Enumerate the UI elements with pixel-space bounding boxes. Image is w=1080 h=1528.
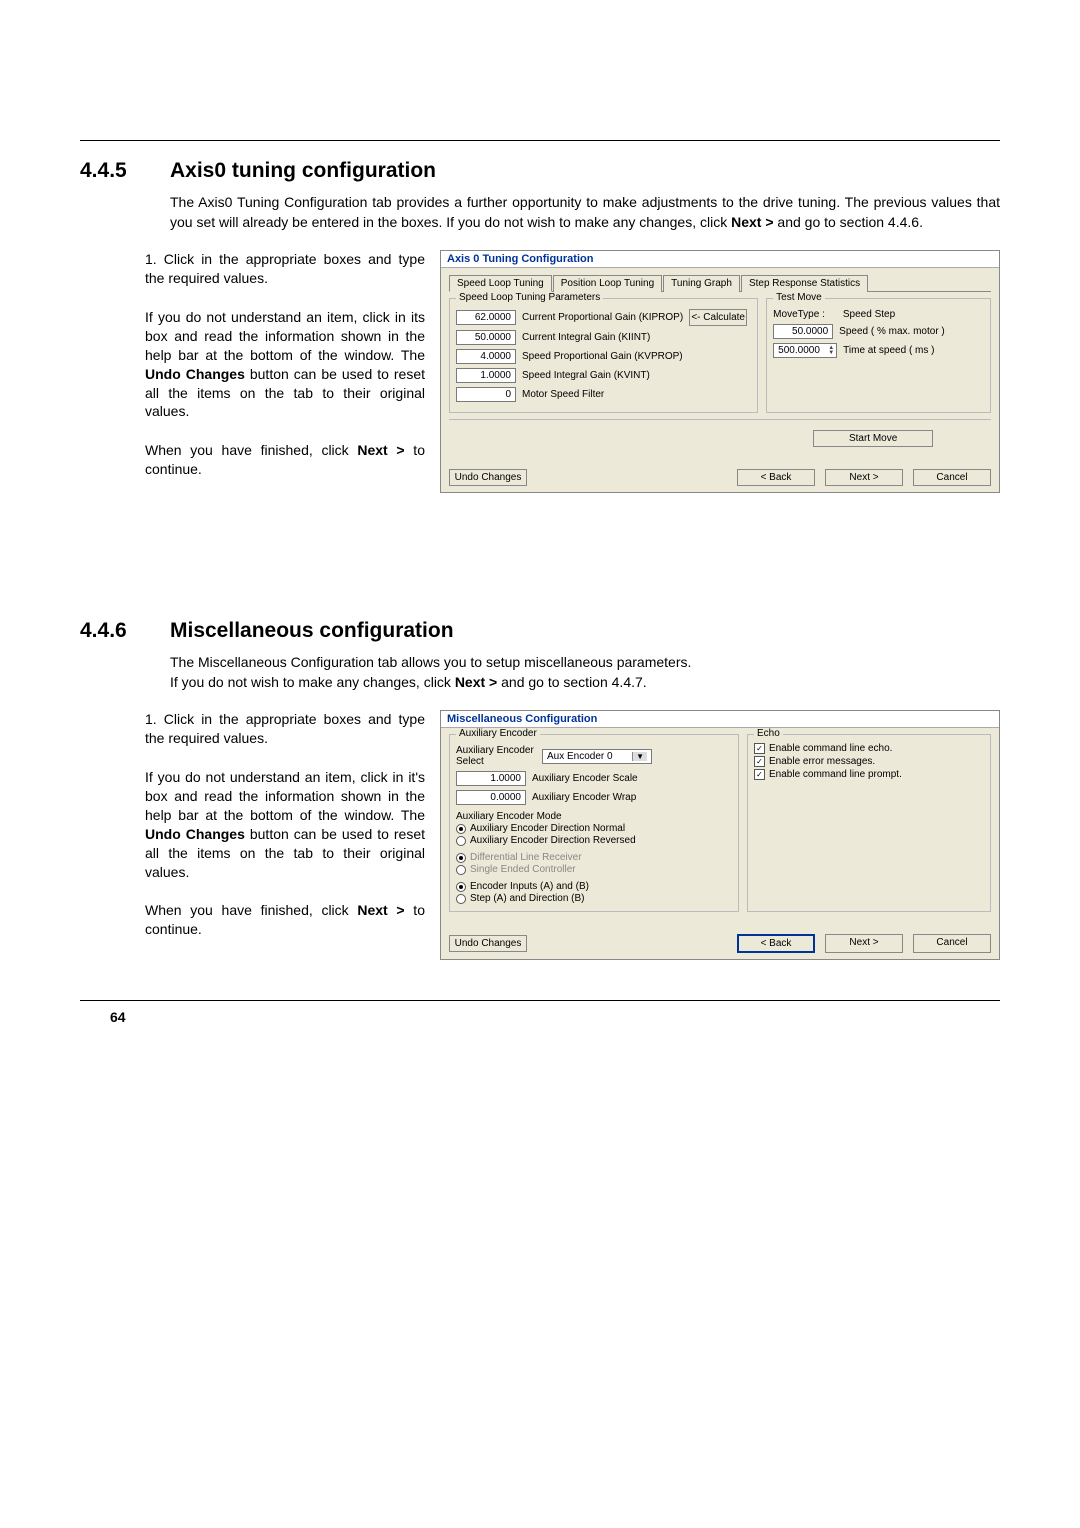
fieldset-legend: Auxiliary Encoder (456, 728, 540, 739)
fieldset-legend: Speed Loop Tuning Parameters (456, 292, 603, 303)
undo-changes-button[interactable]: Undo Changes (449, 469, 527, 486)
aux-encoder-select-label: Auxiliary Encoder Select (456, 745, 536, 767)
dialog-title: Axis 0 Tuning Configuration (441, 251, 999, 268)
speed-label: Speed ( % max. motor ) (839, 326, 945, 337)
cancel-button[interactable]: Cancel (913, 469, 991, 486)
tab-position-loop[interactable]: Position Loop Tuning (553, 275, 662, 292)
tab-strip: Speed Loop Tuning Position Loop Tuning T… (449, 274, 991, 292)
kiint-label: Current Integral Gain (KIINT) (522, 332, 650, 343)
motor-speed-filter-input[interactable]: 0 (456, 387, 516, 402)
step-number: 1. (145, 711, 157, 727)
step-text: When you have finished, click Next > to … (145, 441, 425, 479)
section-number: 4.4.6 (80, 619, 170, 643)
cancel-button[interactable]: Cancel (913, 934, 991, 953)
radio-dir-reversed[interactable] (456, 836, 466, 846)
tab-step-response[interactable]: Step Response Statistics (741, 275, 868, 292)
kvint-label: Speed Integral Gain (KVINT) (522, 370, 650, 381)
radio-encoder-inputs[interactable] (456, 882, 466, 892)
radio-diff-line (456, 853, 466, 863)
step-text: If you do not understand an item, click … (145, 768, 425, 881)
step-text: Click in the appropriate boxes and type … (145, 711, 425, 746)
radio-step-direction[interactable] (456, 894, 466, 904)
start-move-button[interactable]: Start Move (813, 430, 933, 447)
time-at-speed-input[interactable]: 500.0000 ▲▼ (773, 343, 837, 358)
tab-tuning-graph[interactable]: Tuning Graph (663, 275, 740, 292)
aux-encoder-mode-label: Auxiliary Encoder Mode (456, 811, 732, 822)
step-text: If you do not understand an item, click … (145, 308, 425, 421)
next-button[interactable]: Next > (825, 934, 903, 953)
section-title: Axis0 tuning configuration (170, 159, 436, 183)
spinner-icon[interactable]: ▲▼ (828, 346, 834, 356)
movetype-label: MoveType : (773, 309, 825, 320)
fieldset-legend: Echo (754, 728, 783, 739)
radio-single-ended (456, 865, 466, 875)
section-title: Miscellaneous configuration (170, 619, 454, 643)
kiprop-input[interactable]: 62.0000 (456, 310, 516, 325)
step-number: 1. (145, 251, 157, 267)
section-intro: The Miscellaneous Configuration tab allo… (170, 653, 1000, 692)
calculate-button[interactable]: <- Calculate (689, 309, 747, 326)
kvprop-label: Speed Proportional Gain (KVPROP) (522, 351, 683, 362)
dialog-title: Miscellaneous Configuration (441, 711, 999, 728)
step-text: When you have finished, click Next > to … (145, 901, 425, 939)
step-text: Click in the appropriate boxes and type … (145, 251, 425, 286)
aux-encoder-select[interactable]: Aux Encoder 0 ▼ (542, 749, 652, 764)
kiint-input[interactable]: 50.0000 (456, 330, 516, 345)
check-echo[interactable]: ✓ (754, 743, 765, 754)
back-button[interactable]: < Back (737, 934, 815, 953)
misc-config-dialog: Miscellaneous Configuration Auxiliary En… (440, 710, 1000, 960)
radio-dir-normal[interactable] (456, 824, 466, 834)
fieldset-legend: Test Move (773, 292, 825, 303)
aux-encoder-wrap-label: Auxiliary Encoder Wrap (532, 792, 636, 803)
movetype-value: Speed Step (843, 309, 895, 320)
speed-input[interactable]: 50.0000 (773, 324, 833, 339)
check-error-msg[interactable]: ✓ (754, 756, 765, 767)
axis0-tuning-dialog: Axis 0 Tuning Configuration Speed Loop T… (440, 250, 1000, 493)
aux-encoder-scale-input[interactable]: 1.0000 (456, 771, 526, 786)
undo-changes-button[interactable]: Undo Changes (449, 935, 527, 952)
section-intro: The Axis0 Tuning Configuration tab provi… (170, 193, 1000, 232)
tab-speed-loop[interactable]: Speed Loop Tuning (449, 275, 552, 292)
aux-encoder-scale-label: Auxiliary Encoder Scale (532, 773, 638, 784)
kiprop-label: Current Proportional Gain (KIPROP) (522, 312, 683, 323)
time-at-speed-label: Time at speed ( ms ) (843, 345, 934, 356)
motor-speed-filter-label: Motor Speed Filter (522, 389, 604, 400)
back-button[interactable]: < Back (737, 469, 815, 486)
page-number: 64 (110, 1009, 1000, 1025)
chevron-down-icon: ▼ (632, 752, 647, 761)
kvint-input[interactable]: 1.0000 (456, 368, 516, 383)
section-number: 4.4.5 (80, 159, 170, 183)
kvprop-input[interactable]: 4.0000 (456, 349, 516, 364)
aux-encoder-wrap-input[interactable]: 0.0000 (456, 790, 526, 805)
next-button[interactable]: Next > (825, 469, 903, 486)
check-prompt[interactable]: ✓ (754, 769, 765, 780)
